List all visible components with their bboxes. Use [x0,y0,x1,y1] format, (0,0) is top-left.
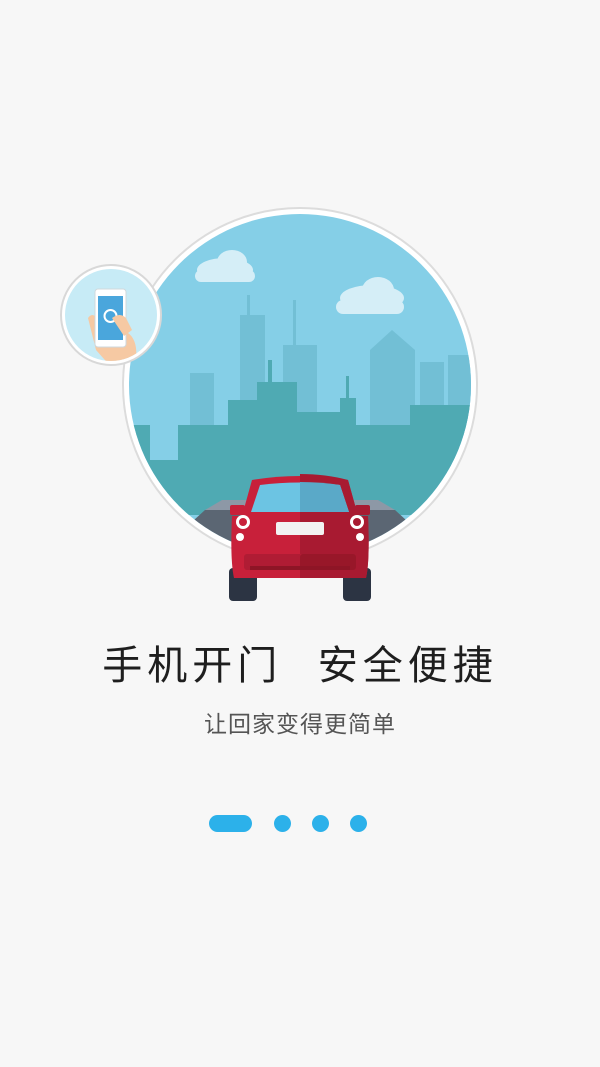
page-indicator-dot-active[interactable] [209,815,252,832]
page-indicator [0,815,600,833]
onboarding-subtitle: 让回家变得更简单 [204,712,396,738]
page-indicator-dot[interactable] [312,815,329,832]
onboarding-headline: 手机开门 安全便捷 [102,643,498,689]
onboarding-illustration [0,0,600,620]
car-icon [229,474,371,601]
page-indicator-dot[interactable] [350,815,367,832]
page-indicator-dot[interactable] [274,815,291,832]
illustration-svg [60,207,478,601]
